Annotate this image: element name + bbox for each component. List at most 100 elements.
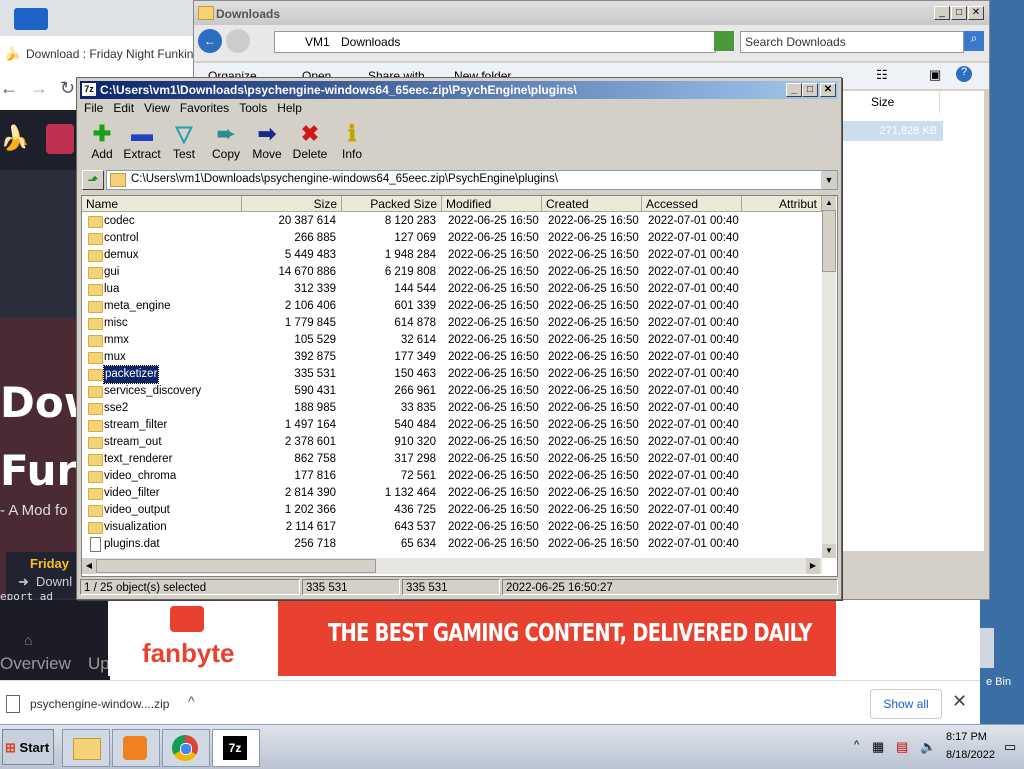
table-row[interactable]: codec 20 387 614 8 120 283 2022-06-25 16:50…	[82, 213, 822, 230]
row-accessed: 2022-07-01 00:40	[648, 283, 739, 295]
search-icon[interactable]: ⌕	[964, 31, 984, 51]
table-row[interactable]: visualization 2 114 617 643 537 2022-06-25 …	[82, 519, 822, 536]
menu-help[interactable]: Help	[273, 100, 308, 115]
table-row[interactable]: lua 312 339 144 544 2022-06-25 16:50 2022-06…	[82, 281, 822, 298]
table-row[interactable]: video_filter 2 814 390 1 132 464 2022-06-25…	[82, 485, 822, 502]
scroll-left-icon[interactable]: ◀	[82, 558, 96, 574]
extract-button[interactable]: ▬ Extract	[120, 121, 164, 165]
refresh-icon[interactable]	[714, 31, 734, 51]
scroll-right-icon[interactable]: ▶	[806, 558, 820, 574]
column-attributes[interactable]: Attribut	[742, 196, 822, 212]
help-icon[interactable]: ?	[956, 66, 972, 82]
forward-icon[interactable]	[226, 29, 250, 53]
table-row[interactable]: services_discovery 590 431 266 961 2022-06-…	[82, 383, 822, 400]
column-accessed[interactable]: Accessed	[642, 196, 742, 212]
copy-arrow-icon: ➨	[216, 121, 236, 146]
footer-up[interactable]: Up	[88, 654, 110, 674]
footer-overview[interactable]: Overview	[0, 654, 71, 674]
column-size[interactable]: Size	[242, 196, 342, 212]
table-row[interactable]: stream_filter 1 497 164 540 484 2022-06-25 …	[82, 417, 822, 434]
close-button[interactable]: ✕	[820, 83, 836, 97]
table-row[interactable]: demux 5 449 483 1 948 284 2022-06-25 16:50 2…	[82, 247, 822, 264]
network-icon[interactable]: ▤	[896, 739, 908, 755]
table-row[interactable]: plugins.dat 256 718 65 634 2022-06-25 16:50…	[82, 536, 822, 553]
horizontal-scrollbar[interactable]: ◀ ▶	[82, 558, 822, 574]
taskbar-chrome[interactable]	[162, 729, 210, 767]
table-row[interactable]: text_renderer 862 758 317 298 2022-06-25 16…	[82, 451, 822, 468]
selected-file-row[interactable]: 271,828 KB	[839, 121, 943, 141]
menu-view[interactable]: View	[140, 100, 176, 115]
breadcrumb-downloads[interactable]: Downloads	[341, 35, 400, 49]
menu-tools[interactable]: Tools	[235, 100, 273, 115]
show-desktop-icon[interactable]: ▭	[1004, 739, 1016, 755]
start-button[interactable]: ⊞ Start	[2, 729, 54, 765]
recycle-bin-label[interactable]: e Bin	[986, 676, 1011, 688]
minimize-button[interactable]: _	[786, 83, 802, 97]
table-row[interactable]: meta_engine 2 106 406 601 339 2022-06-25 16…	[82, 298, 822, 315]
vertical-scrollbar[interactable]: ▲ ▼	[822, 196, 836, 558]
table-row[interactable]: stream_out 2 378 601 910 320 2022-06-25 16:…	[82, 434, 822, 451]
column-created[interactable]: Created	[542, 196, 642, 212]
info-button[interactable]: ℹ Info	[330, 121, 374, 165]
preview-pane-icon[interactable]: ▣	[929, 67, 941, 83]
taskbar-media-player[interactable]	[112, 729, 160, 767]
scroll-down-icon[interactable]: ▼	[822, 544, 836, 558]
maximize-button[interactable]: □	[951, 6, 967, 20]
test-button[interactable]: ▽ Test	[162, 121, 206, 165]
menu-edit[interactable]: Edit	[109, 100, 140, 115]
table-row[interactable]: misc 1 779 845 614 878 2022-06-25 16:50 2022…	[82, 315, 822, 332]
action-center-icon[interactable]: ▦	[872, 739, 884, 755]
chevron-up-icon[interactable]: ^	[854, 739, 859, 751]
scroll-up-icon[interactable]: ▲	[822, 196, 836, 210]
view-options-icon[interactable]: ☷	[876, 67, 888, 83]
breadcrumb-vm1[interactable]: VM1	[305, 35, 330, 49]
table-row[interactable]: gui 14 670 886 6 219 808 2022-06-25 16:50 20…	[82, 264, 822, 281]
column-name[interactable]: Name	[82, 196, 242, 212]
row-packed: 436 725	[394, 504, 436, 516]
table-row[interactable]: mmx 105 529 32 614 2022-06-25 16:50 2022-06-…	[82, 332, 822, 349]
add-button[interactable]: ✚ Add	[80, 121, 124, 165]
table-row[interactable]: control 266 885 127 069 2022-06-25 16:50 202…	[82, 230, 822, 247]
column-size[interactable]: Size	[867, 91, 940, 113]
recycle-bin-icon[interactable]	[980, 628, 994, 668]
table-row[interactable]: video_chroma 177 816 72 561 2022-06-25 16:5…	[82, 468, 822, 485]
move-button[interactable]: ➡ Move	[245, 121, 289, 165]
path-input[interactable]: C:\Users\vm1\Downloads\psychengine-windo…	[106, 170, 838, 190]
volume-icon[interactable]: 🔈	[920, 739, 936, 755]
home-icon[interactable]: ⌂	[24, 632, 32, 648]
menu-file[interactable]: File	[80, 100, 109, 115]
chevron-up-icon[interactable]: ^	[188, 693, 195, 709]
clock-time[interactable]: 8:17 PM	[946, 731, 987, 743]
back-icon[interactable]: ←	[198, 29, 222, 53]
table-row[interactable]: packetizer 335 531 150 463 2022-06-25 16:50…	[82, 365, 822, 384]
maximize-button[interactable]: □	[802, 83, 818, 97]
delete-button[interactable]: ✖ Delete	[288, 121, 332, 165]
search-input[interactable]: Search Downloads	[740, 31, 964, 53]
table-row[interactable]: video_output 1 202 366 436 725 2022-06-25 1…	[82, 502, 822, 519]
table-row[interactable]: mux 392 875 177 349 2022-06-25 16:50 2022-06…	[82, 349, 822, 366]
menu-favorites[interactable]: Favorites	[176, 100, 235, 115]
reload-icon[interactable]: ↻	[60, 78, 75, 99]
chevron-down-icon[interactable]: ▼	[821, 171, 837, 189]
up-folder-icon[interactable]: ⬏	[82, 170, 104, 190]
hscroll-thumb[interactable]	[96, 559, 376, 573]
close-button[interactable]: ✕	[968, 6, 984, 20]
forward-icon[interactable]: →	[30, 78, 48, 99]
back-icon[interactable]: ←	[0, 78, 18, 99]
browser-tab[interactable]: 🍌 Download : Friday Night Funkin' -	[0, 38, 203, 70]
table-row[interactable]: sse2 188 985 33 835 2022-06-25 16:50 2022-06…	[82, 400, 822, 417]
scroll-thumb[interactable]	[822, 210, 836, 272]
column-modified[interactable]: Modified	[442, 196, 542, 212]
column-packed-size[interactable]: Packed Size	[342, 196, 442, 212]
taskbar-sevenzip[interactable]: 7z	[212, 729, 260, 767]
taskbar-explorer[interactable]	[62, 729, 110, 767]
close-download-bar-icon[interactable]: ✕	[952, 691, 967, 712]
row-modified: 2022-06-25 16:50	[448, 300, 539, 312]
address-input[interactable]: VM1 Downloads	[274, 31, 716, 53]
copy-button[interactable]: ➨ Copy	[204, 121, 248, 165]
minimize-button[interactable]: _	[934, 6, 950, 20]
show-all-button[interactable]: Show all	[870, 689, 942, 719]
ad-banner[interactable]: fanbyte THE BEST GAMING CONTENT, DELIVER…	[108, 600, 836, 676]
download-filename[interactable]: psychengine-window....zip	[30, 697, 169, 711]
clock-date[interactable]: 8/18/2022	[946, 749, 995, 761]
